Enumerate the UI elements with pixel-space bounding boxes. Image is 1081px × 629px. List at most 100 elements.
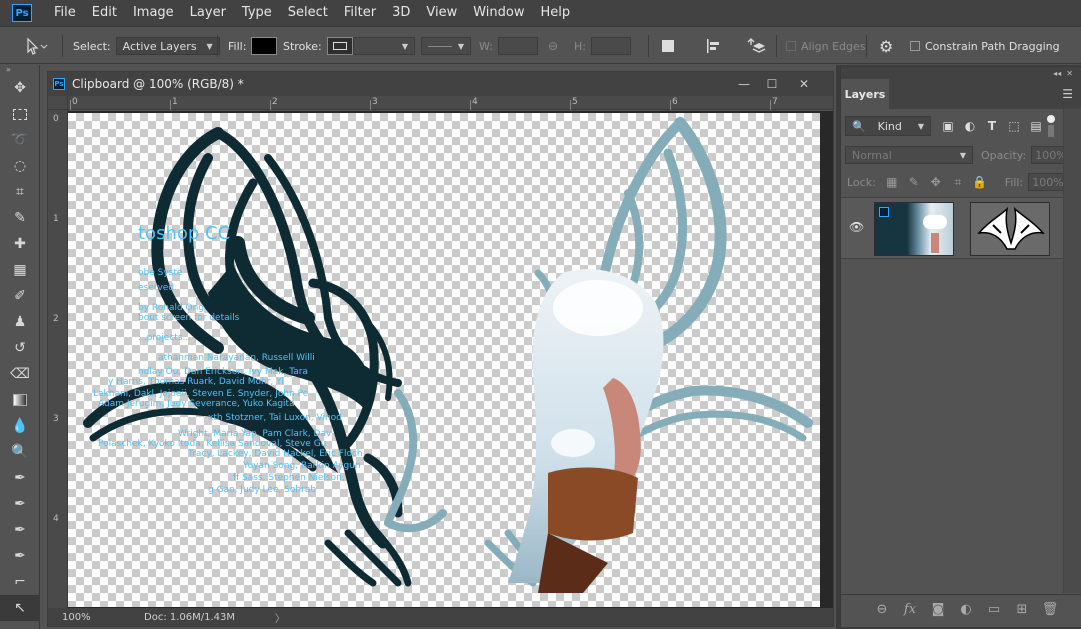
- path-alignment-icon[interactable]: [703, 36, 723, 56]
- clone-stamp-tool-icon[interactable]: ♟: [0, 309, 40, 335]
- gear-icon[interactable]: ⚙: [879, 37, 893, 56]
- dodge-tool-icon[interactable]: 🔍: [0, 439, 40, 465]
- brush-tool-icon[interactable]: ▦: [0, 257, 40, 283]
- lock-transparent-icon[interactable]: ▦: [881, 172, 903, 192]
- menu-view[interactable]: View: [418, 0, 465, 26]
- menu-edit[interactable]: Edit: [84, 0, 125, 26]
- ruler-top-label: 7: [772, 97, 778, 107]
- align-edges-checkbox[interactable]: [786, 41, 796, 51]
- trash-icon[interactable]: 🗑: [1040, 600, 1060, 620]
- credits-line: ndlay Ou, Dan Erickson, Ivy Mak, Tara: [138, 367, 308, 377]
- crop-tool-icon[interactable]: ⌗: [0, 179, 40, 205]
- filter-shape-icon[interactable]: ⬚: [1003, 116, 1025, 136]
- eraser-tool-icon[interactable]: ⌫: [0, 361, 40, 387]
- stroke-label: Stroke:: [283, 39, 322, 53]
- eyedropper-tool-icon[interactable]: ✎: [0, 205, 40, 231]
- horizontal-ruler[interactable]: 0 1 2 3 4 5 6 7: [68, 96, 833, 110]
- stroke-width-field[interactable]: ▼: [353, 37, 415, 55]
- fx-icon[interactable]: fx: [900, 600, 920, 620]
- stroke-color-swatch[interactable]: [326, 37, 353, 55]
- marquee-tool-icon[interactable]: [0, 101, 40, 127]
- direct-selection-tool-icon[interactable]: ↖: [0, 595, 40, 621]
- search-icon: 🔍: [852, 119, 866, 133]
- lock-position-icon[interactable]: ✥: [925, 172, 947, 192]
- link-icon[interactable]: ⊖: [548, 39, 558, 53]
- blur-tool-icon[interactable]: 💧: [0, 413, 40, 439]
- spot-healing-tool-icon[interactable]: ✚: [0, 231, 40, 257]
- width-label: W:: [479, 39, 493, 53]
- adjustment-layer-icon[interactable]: ◐: [956, 600, 976, 620]
- layers-scrollbar[interactable]: [1063, 109, 1081, 593]
- menu-image[interactable]: Image: [125, 0, 182, 26]
- fill-color-swatch[interactable]: [251, 37, 278, 55]
- credits-line: by Ronald Ong: [138, 303, 205, 313]
- close-button[interactable]: ✕: [791, 72, 817, 96]
- width-input[interactable]: [497, 37, 538, 55]
- lock-artboard-icon[interactable]: ⌗: [947, 172, 969, 192]
- filter-adjustment-icon[interactable]: ◐: [959, 116, 981, 136]
- menu-window[interactable]: Window: [465, 0, 532, 26]
- maximize-button[interactable]: ☐: [759, 72, 785, 96]
- move-tool-icon[interactable]: ✥: [0, 75, 40, 101]
- constrain-path-checkbox[interactable]: [910, 41, 920, 51]
- canvas[interactable]: toshop CC obe Syste eserved. by Ronald Ong b…: [68, 113, 820, 607]
- layer-row[interactable]: 👁: [841, 197, 1063, 259]
- menu-3d[interactable]: 3D: [384, 0, 418, 26]
- freeform-pen-tool-icon[interactable]: ✒: [0, 491, 40, 517]
- eye-visibility-icon[interactable]: 👁: [849, 220, 864, 234]
- height-input[interactable]: [590, 37, 631, 55]
- layer-mask-thumbnail[interactable]: [970, 202, 1050, 256]
- convert-point-tool-icon[interactable]: ⌐: [0, 569, 40, 595]
- lock-pixels-icon[interactable]: ✎: [903, 172, 925, 192]
- credits-line: Wright, Maria Yap, Pam Clark, Dav: [178, 429, 332, 439]
- menu-help[interactable]: Help: [533, 0, 579, 26]
- filter-toggle[interactable]: [1047, 115, 1055, 137]
- ruler-left-label: 4: [53, 514, 59, 524]
- filter-kind-dropdown[interactable]: 🔍 Kind ▼: [845, 116, 931, 136]
- menu-type[interactable]: Type: [234, 0, 280, 26]
- layer-thumbnail[interactable]: [874, 202, 954, 256]
- collapse-panel-icon[interactable]: ◂◂ ✕: [841, 67, 1081, 79]
- vertical-ruler[interactable]: 0 1 2 3 4: [48, 110, 68, 608]
- document-tab[interactable]: Ps Clipboard @ 100% (RGB/8) * — ☐ ✕: [48, 72, 833, 96]
- path-arrangement-icon[interactable]: [745, 36, 767, 56]
- add-mask-icon[interactable]: ◙: [928, 600, 948, 620]
- collapse-toolbar-icon[interactable]: »: [0, 65, 39, 75]
- credits-line: bout screen for details: [138, 313, 240, 323]
- height-label: H:: [574, 39, 586, 53]
- menu-select[interactable]: Select: [280, 0, 336, 26]
- menu-layer[interactable]: Layer: [182, 0, 234, 26]
- blend-mode-dropdown[interactable]: Normal ▼: [845, 146, 973, 164]
- filter-type-icon[interactable]: T: [981, 116, 1003, 136]
- link-layers-icon[interactable]: ⊖: [872, 600, 892, 620]
- new-group-icon[interactable]: ▭: [984, 600, 1004, 620]
- canvas-area[interactable]: toshop CC obe Syste eserved. by Ronald Ong b…: [68, 111, 833, 608]
- filter-smart-object-icon[interactable]: ▤: [1025, 116, 1047, 136]
- new-layer-icon[interactable]: ⊞: [1012, 600, 1032, 620]
- select-dropdown[interactable]: Active Layers ▼: [115, 37, 220, 55]
- lock-all-icon[interactable]: 🔒: [969, 172, 991, 192]
- tool-preset-picker[interactable]: [22, 27, 48, 65]
- menu-file[interactable]: File: [46, 0, 84, 26]
- add-anchor-point-tool-icon[interactable]: ✒: [0, 517, 40, 543]
- minimize-button[interactable]: —: [731, 72, 757, 96]
- lasso-tool-icon[interactable]: ➰: [0, 127, 40, 153]
- stroke-type-dropdown[interactable]: ▼: [421, 37, 471, 55]
- panel-menu-icon[interactable]: ☰: [1062, 87, 1073, 101]
- ruler-top-label: 3: [372, 97, 378, 107]
- path-operations-icon[interactable]: [662, 40, 674, 52]
- tab-layers[interactable]: Layers: [841, 79, 889, 109]
- delete-anchor-point-tool-icon[interactable]: ✒: [0, 543, 40, 569]
- zoom-level[interactable]: 100%: [62, 612, 132, 623]
- status-menu-arrow-icon[interactable]: 〉: [275, 610, 285, 625]
- credits-line: eserved.: [138, 283, 177, 293]
- filter-pixel-icon[interactable]: ▣: [937, 116, 959, 136]
- history-brush-tool-icon[interactable]: ↺: [0, 335, 40, 361]
- gradient-tool-icon[interactable]: [0, 387, 40, 413]
- photoshop-logo-icon[interactable]: Ps: [12, 4, 32, 22]
- pen-tool-icon[interactable]: ✒: [0, 465, 40, 491]
- quick-selection-tool-icon[interactable]: ◌: [0, 153, 40, 179]
- menu-filter[interactable]: Filter: [336, 0, 384, 26]
- ruler-origin[interactable]: [48, 96, 68, 110]
- brush-icon[interactable]: ✐: [0, 283, 40, 309]
